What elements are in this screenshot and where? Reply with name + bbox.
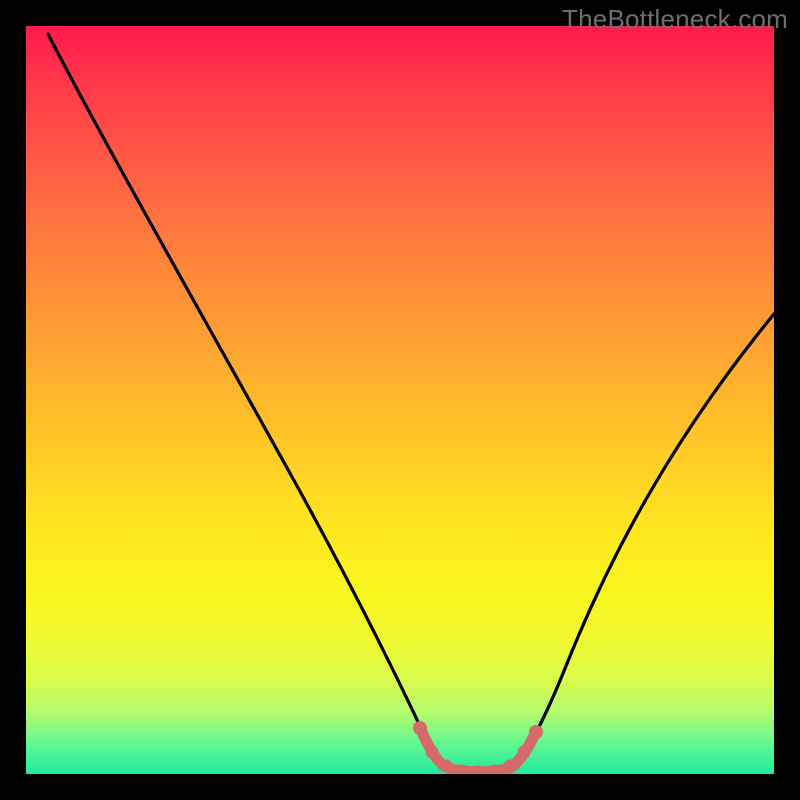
bottleneck-curve-path bbox=[48, 34, 774, 771]
plot-area bbox=[26, 26, 774, 774]
chart-frame: TheBottleneck.com bbox=[0, 0, 800, 800]
optimal-zone-dots bbox=[413, 721, 543, 774]
watermark-text: TheBottleneck.com bbox=[562, 4, 788, 35]
chart-svg bbox=[26, 26, 774, 774]
